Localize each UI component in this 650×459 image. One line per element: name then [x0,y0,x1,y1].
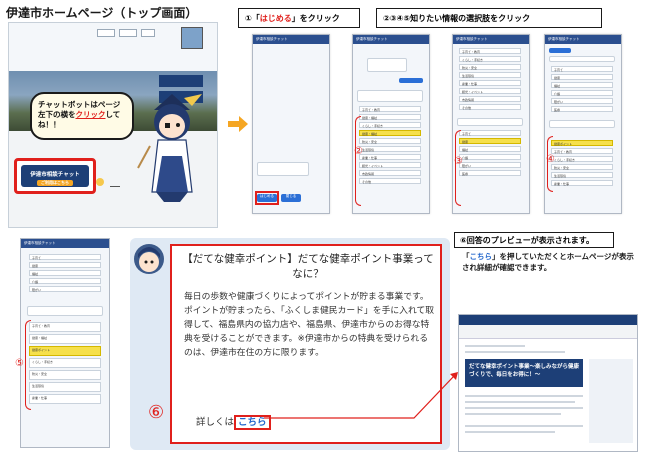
step1-header: ①「はじめる」をクリック [238,8,360,28]
close-button[interactable]: 閉じる [281,194,301,202]
option-item[interactable]: 市政情報 [359,170,421,176]
option-item[interactable]: 健康・福祉 [359,114,421,120]
star-icon [96,178,104,186]
answer-more: 詳しくは こちら [196,414,271,430]
chat-window-step4: 伊達市相談チャット 子育て 健康 福祉 介護 障がい 医療 健康ポイント 子育て… [544,34,622,214]
option-item[interactable]: 産業・仕事 [359,154,421,160]
connector-arrow [264,372,458,419]
option-item[interactable]: その他 [359,178,421,184]
chat-launch-sub: ご利用はこちら [37,180,73,186]
chat-window-step1: 伊達市相談チャット はじめる 閉じる [252,34,330,214]
chat-launch-button[interactable]: 伊達市相談チャット ご利用はこちら [14,158,96,194]
option-item-selected[interactable]: 健康 [459,138,521,144]
chat-launch-label: 伊達市相談チャット [30,172,80,178]
option-item-selected[interactable]: 健康ポイント [551,140,613,146]
answer-title: 【だてな健幸ポイント】だてな健幸ポイント事業ってなに？ [182,253,434,281]
mascot-avatar [134,244,164,274]
option-item[interactable]: 防災・安全 [359,138,421,144]
home-page-title: 伊達市ホームページ（トップ画面） [6,6,198,20]
option-item-selected[interactable]: 健康ポイント [29,346,101,356]
step6-header: ⑥回答のプレビューが表示されます。 [454,232,614,248]
arrow-right-icon [228,116,248,132]
option-item[interactable]: くらし・手続き [359,122,421,128]
pointer-line [110,186,120,187]
chat-title: 伊達市相談チャット [253,35,329,44]
chat-window-step2: 伊達市相談チャット 子育て・教育 健康・福祉 くらし・手続き 健康・福祉 防災・… [352,34,430,214]
mascot-character [137,94,202,202]
step6-description: 「こちら」を押していただくとホームページが表示され詳細が確認できます。 [462,252,634,272]
speech-bubble: チャットボットはページ左下の横をクリックしてね！！ [30,92,134,140]
preview-banner: だてな健幸ポイント事業～楽しみながら健康づくりで、毎日をお得に！～ [465,359,583,387]
homepage-preview: だてな健幸ポイント事業～楽しみながら健康づくりで、毎日をお得に！～ [458,314,638,452]
step-number: ② [354,146,363,157]
option-item[interactable]: 観光・イベント [359,162,421,168]
step6-number: ⑥ [148,402,165,423]
chat-window-step3: 伊達市相談チャット 子育て・教育 くらし・手続き 防災・安全 生活環境 産業・仕… [452,34,530,214]
option-item[interactable]: 生活環境 [359,146,421,152]
chat-window-step5: 伊達市相談チャット 子育て 健康 福祉 介護 障がい 子育て・教育 健康・福祉 … [15,238,110,448]
step2-5-header: ②③④⑤知りたい情報の選択肢をクリック [376,8,602,28]
answer-body: 毎日の歩数や健康づくりによってポイントが貯まる事業です。ポイントが貯まったら、「… [184,292,435,359]
highlight-start [255,191,279,205]
option-item-selected[interactable]: 健康・福祉 [359,130,421,136]
option-item[interactable]: 子育て・教育 [359,106,421,112]
